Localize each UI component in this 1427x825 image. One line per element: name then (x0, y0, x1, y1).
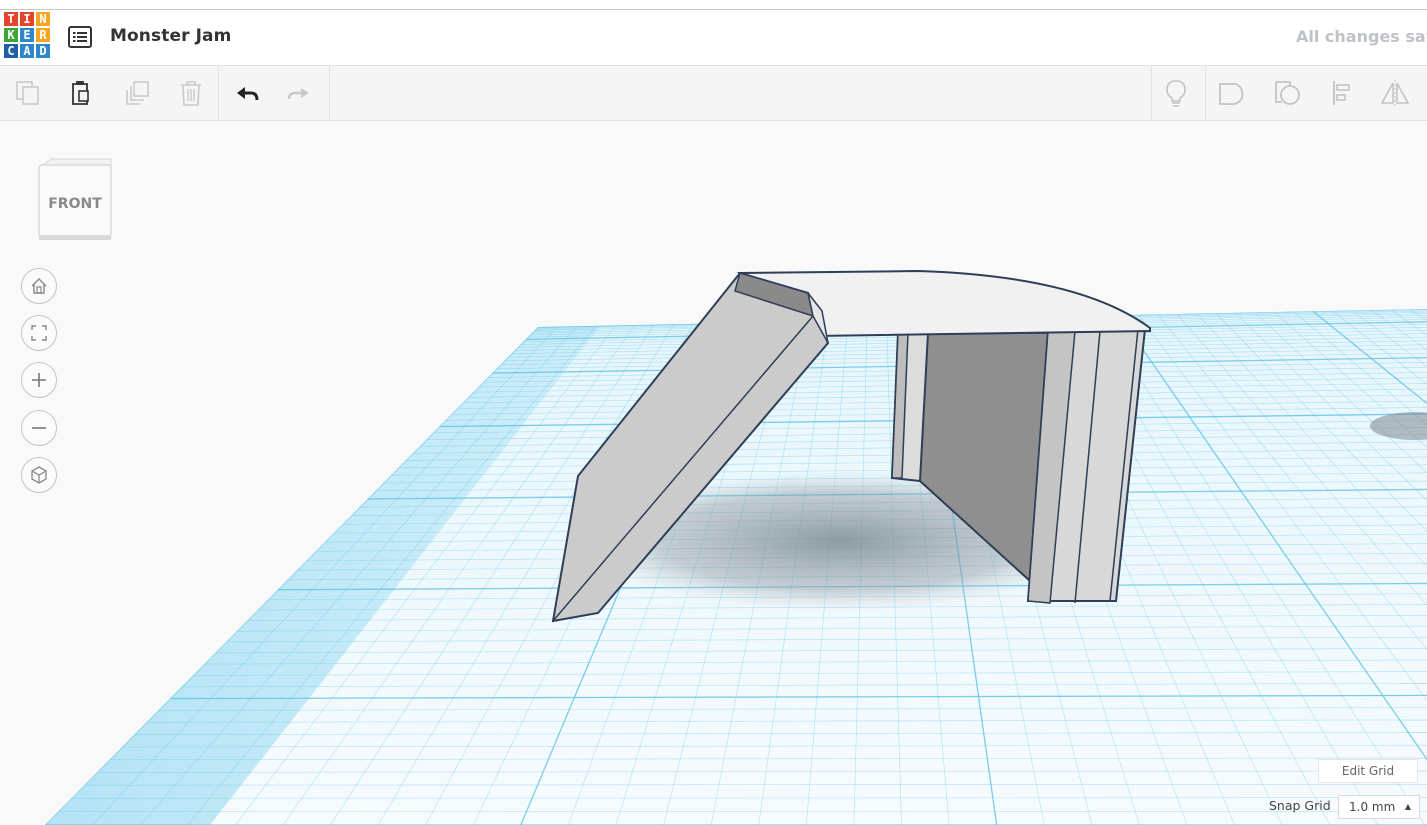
snap-grid-value: 1.0 mm (1349, 800, 1396, 814)
group-button[interactable] (1207, 66, 1257, 120)
group-icon (1219, 83, 1244, 106)
mirror-icon (1380, 80, 1410, 106)
toolbar-divider (218, 66, 219, 120)
ungroup-button[interactable] (1263, 66, 1313, 120)
ungroup-icon (1275, 81, 1300, 105)
home-view-icon (31, 278, 47, 294)
zoom-in-button[interactable] (21, 362, 57, 398)
delete-icon (181, 81, 201, 106)
undo-icon (237, 87, 259, 101)
logo-letter: I (20, 12, 34, 26)
fit-all-button[interactable] (21, 315, 57, 351)
redo-button[interactable] (274, 66, 324, 120)
copy-button[interactable] (3, 66, 53, 120)
header-bar: TIN KER CAD Monster Jam All changes sav (0, 10, 1427, 66)
redo-icon (287, 88, 309, 100)
snap-grid-select[interactable]: 1.0 mm ▲ (1338, 795, 1420, 819)
duplicate-icon (126, 81, 149, 105)
align-icon (1333, 81, 1350, 105)
perspective-icon (31, 466, 47, 484)
3d-workspace[interactable]: FRONT Edit Grid Snap Grid 1.0 mm ▲ (0, 121, 1427, 825)
align-button[interactable] (1316, 66, 1366, 120)
logo-letter: E (20, 28, 34, 42)
design-title[interactable]: Monster Jam (110, 26, 231, 46)
view-cube[interactable]: FRONT (37, 155, 117, 245)
toolbar (0, 66, 1427, 121)
logo-letter: R (36, 28, 50, 42)
view-cube-face-label: FRONT (48, 196, 102, 212)
logo-letter: T (4, 12, 18, 26)
toolbar-divider (1205, 66, 1206, 120)
zoom-out-icon (32, 427, 46, 429)
perspective-button[interactable] (21, 457, 57, 493)
caret-up-icon: ▲ (1404, 802, 1411, 811)
mirror-button[interactable] (1370, 66, 1420, 120)
snap-grid-label: Snap Grid (1269, 798, 1331, 813)
delete-button[interactable] (166, 66, 216, 120)
logo-letter: N (36, 12, 50, 26)
paste-button[interactable] (56, 66, 106, 120)
design-list-icon[interactable] (68, 26, 92, 48)
paste-icon (72, 81, 89, 105)
logo-letter: K (4, 28, 18, 42)
copy-icon (16, 81, 39, 105)
toolbar-divider (329, 66, 330, 120)
logo-letter: D (36, 44, 50, 58)
zoom-in-icon (32, 373, 46, 387)
save-status: All changes sav (1296, 27, 1427, 46)
edit-grid-button[interactable]: Edit Grid (1318, 759, 1418, 783)
duplicate-button[interactable] (112, 66, 162, 120)
logo-letter: C (4, 44, 18, 58)
home-view-button[interactable] (21, 268, 57, 304)
tinkercad-logo[interactable]: TIN KER CAD (4, 12, 52, 60)
fit-all-icon (31, 325, 47, 341)
show-all-button[interactable] (1151, 66, 1201, 120)
workplane-scene[interactable] (0, 121, 1427, 825)
undo-button[interactable] (222, 66, 272, 120)
window-top-border (0, 0, 1427, 10)
logo-letter: A (20, 44, 34, 58)
zoom-out-button[interactable] (21, 410, 57, 446)
show-all-icon (1166, 80, 1186, 107)
